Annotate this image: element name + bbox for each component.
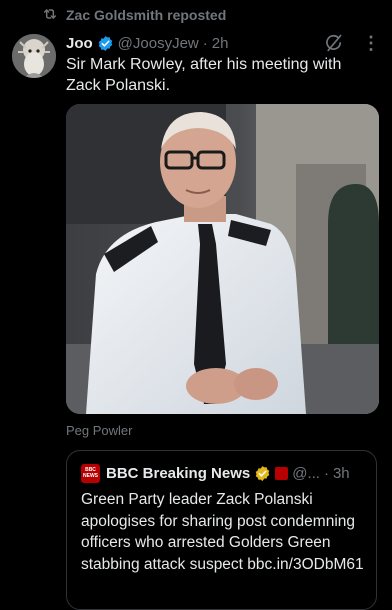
tweet-image[interactable] [66, 104, 379, 414]
separator-dot: · [202, 34, 208, 52]
image-caption: Peg Powler [66, 423, 133, 438]
affiliate-badge-icon [275, 466, 289, 480]
author-handle[interactable]: @JoosyJew [118, 35, 199, 52]
gold-verified-badge-icon [255, 465, 270, 481]
grok-icon[interactable] [324, 33, 344, 53]
bbc-news-avatar[interactable]: BBC NEWS [81, 463, 100, 483]
tweet-header: Joo @JoosyJew · 2h ⋮ [66, 33, 380, 53]
quoted-author-handle[interactable]: @... [292, 465, 320, 482]
author-name[interactable]: Joo [66, 35, 93, 52]
tweet-time[interactable]: 2h [212, 35, 229, 52]
quoted-author-name[interactable]: BBC Breaking News [106, 465, 250, 482]
repost-label: Zac Goldsmith reposted [66, 7, 227, 23]
quoted-tweet[interactable]: BBC NEWS BBC Breaking News @... · 3h Gre… [66, 450, 377, 610]
separator-dot: · [323, 464, 329, 482]
verified-badge-icon [98, 35, 112, 51]
quoted-tweet-header: BBC NEWS BBC Breaking News @... · 3h [81, 463, 366, 483]
quoted-tweet-time[interactable]: 3h [333, 465, 350, 482]
avatar[interactable] [12, 34, 56, 78]
tweet-text: Sir Mark Rowley, after his meeting with … [66, 56, 342, 94]
quoted-tweet-text: Green Party leader Zack Polanski apologi… [81, 491, 364, 573]
repost-indicator[interactable]: Zac Goldsmith reposted [42, 6, 226, 24]
logo-line-news: NEWS [83, 473, 98, 479]
more-options-icon[interactable]: ⋮ [362, 33, 380, 54]
repost-icon [42, 6, 58, 25]
